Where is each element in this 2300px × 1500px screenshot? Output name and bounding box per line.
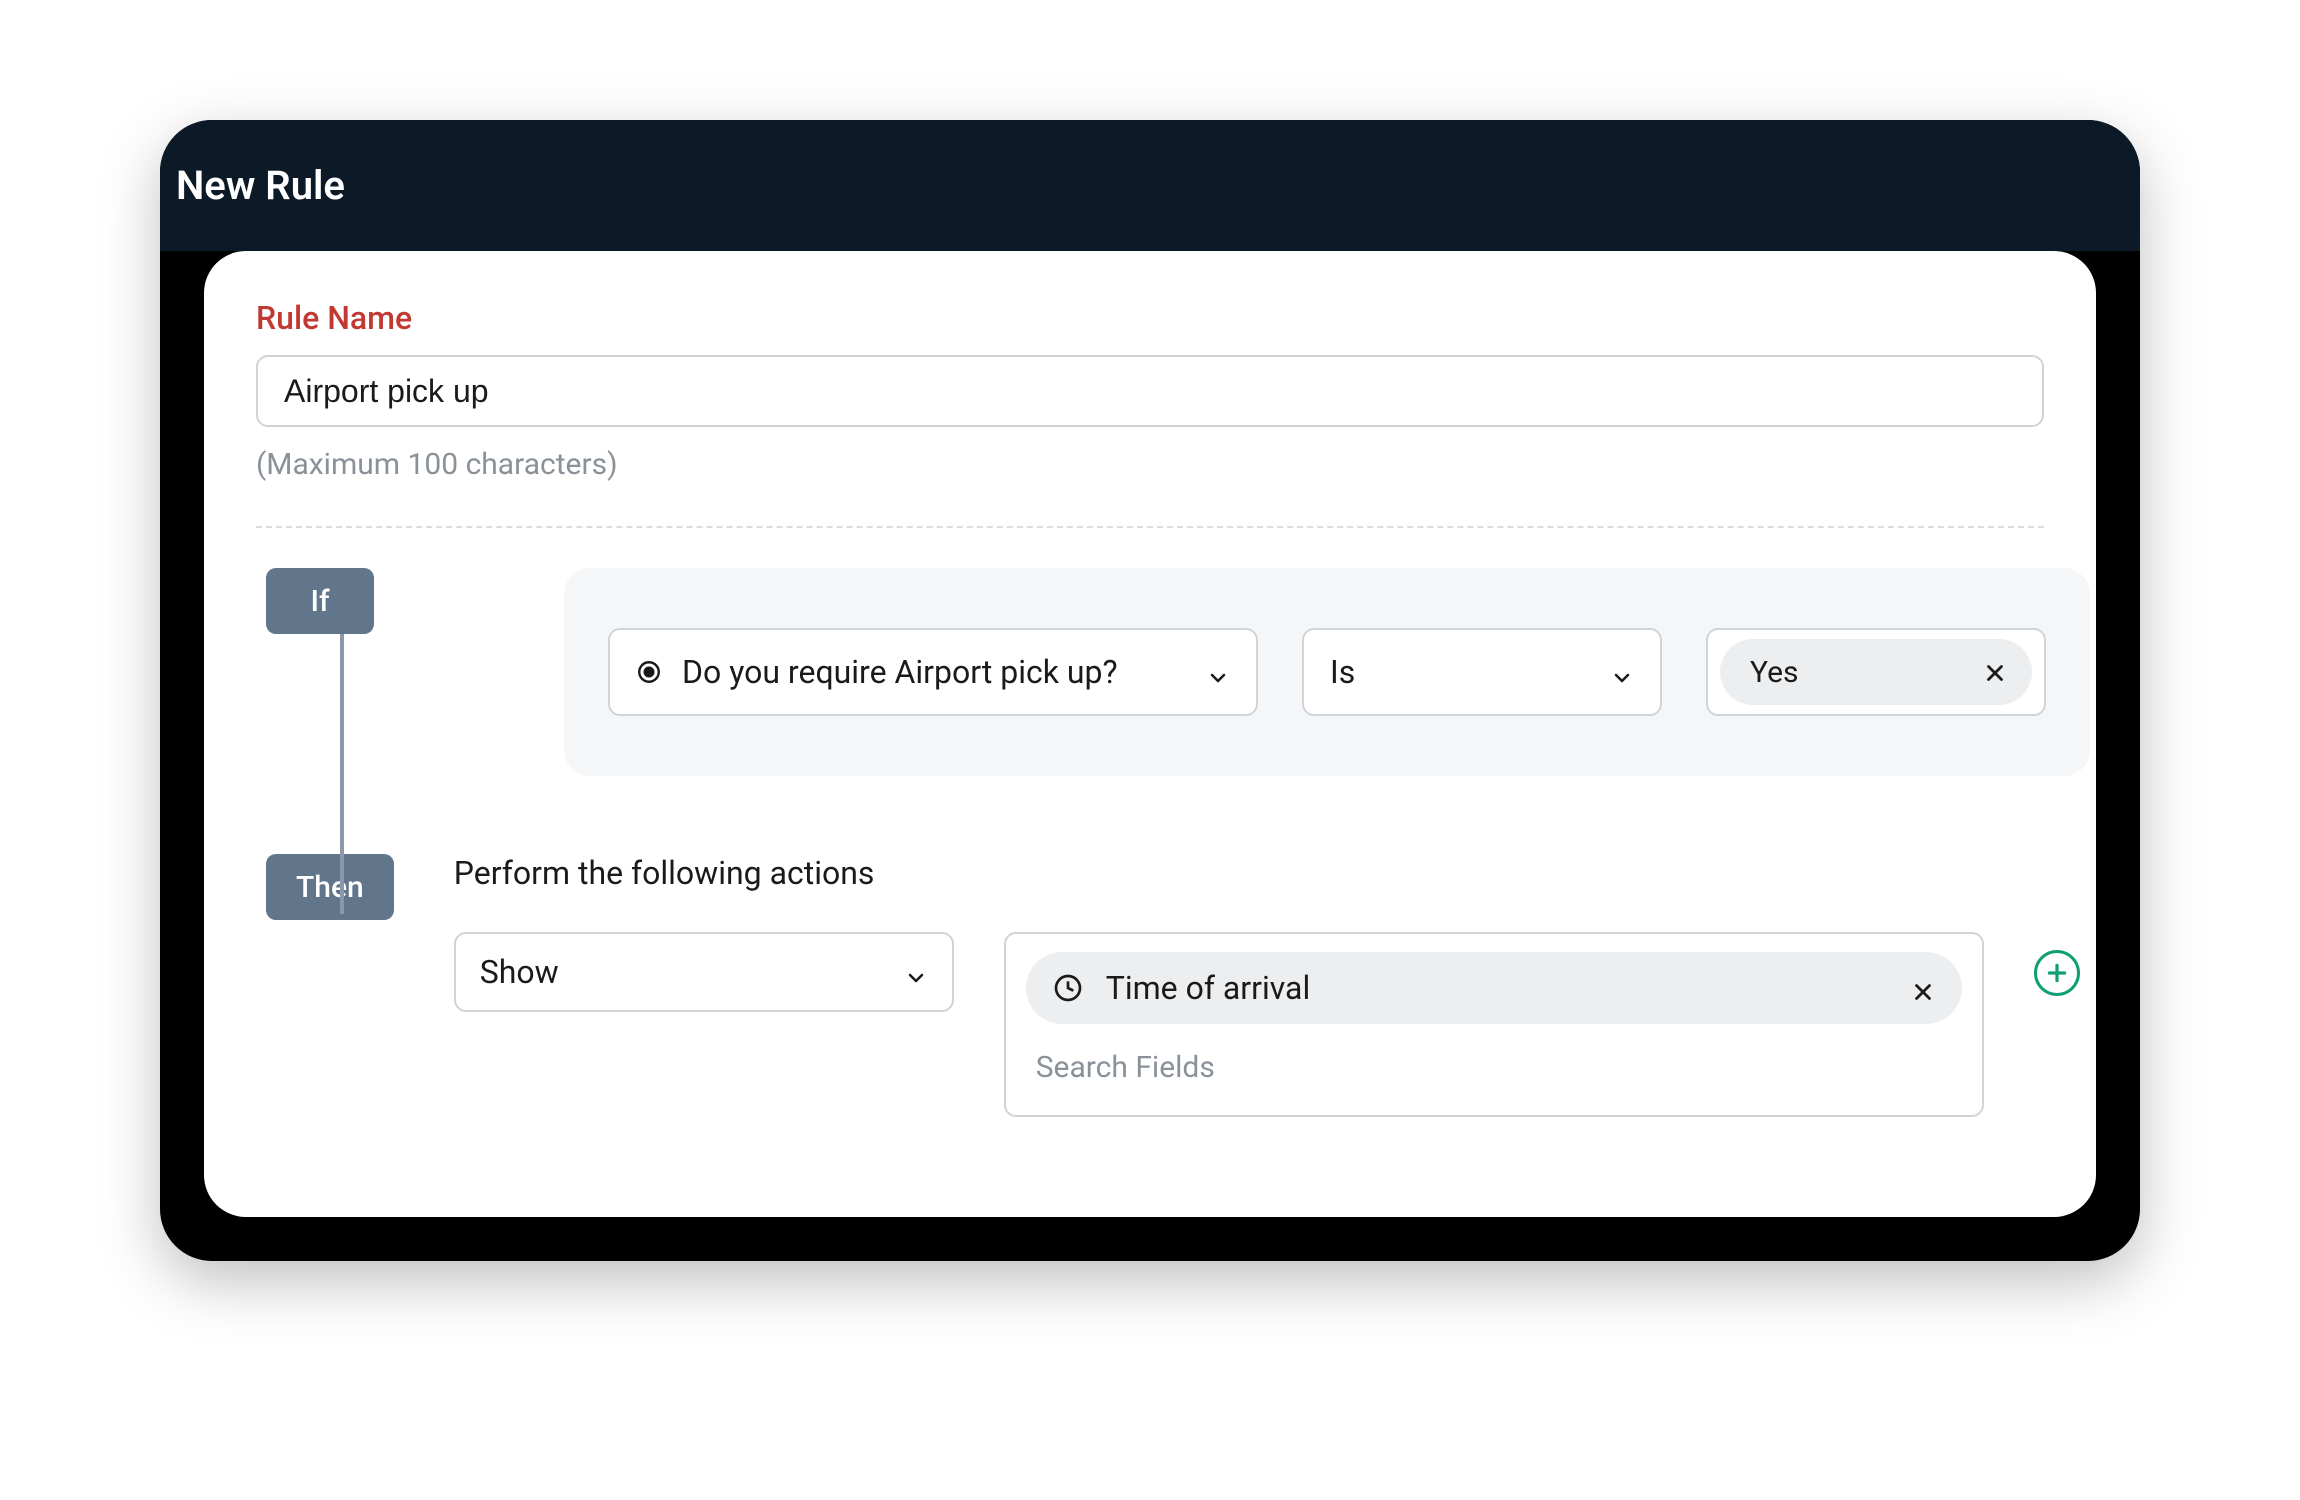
rule-name-helper: (Maximum 100 characters): [256, 447, 2044, 482]
device-frame: New Rule Rule Name (Maximum 100 characte…: [160, 120, 2140, 1261]
condition-value-label: Yes: [1750, 655, 1798, 690]
then-badge: Then: [266, 854, 394, 920]
condition-value-select[interactable]: Yes: [1706, 628, 2046, 716]
condition-box: Do you require Airport pick up? Is: [564, 568, 2090, 776]
perform-actions-label: Perform the following actions: [454, 854, 2080, 892]
rule-flow: If Do you require Airport pick up?: [256, 568, 2044, 1117]
condition-field-label: Do you require Airport pick up?: [682, 653, 1118, 691]
condition-operator-select[interactable]: Is: [1302, 628, 1662, 716]
modal-content: Rule Name (Maximum 100 characters) If: [204, 251, 2096, 1217]
modal-header: New Rule: [160, 120, 2140, 251]
modal-panel: Rule Name (Maximum 100 characters) If: [204, 251, 2096, 1217]
close-icon[interactable]: [1982, 659, 2008, 685]
if-badge: If: [266, 568, 374, 634]
action-row: Show: [454, 932, 2080, 1117]
rule-name-input[interactable]: [256, 355, 2044, 427]
then-body: Perform the following actions Show: [454, 854, 2080, 1117]
modal-title: New Rule: [176, 162, 345, 209]
action-target-label: Time of arrival: [1106, 969, 1310, 1007]
chevron-down-icon: [1206, 660, 1230, 684]
add-action-button[interactable]: [2034, 950, 2080, 996]
action-target-chip: Time of arrival: [1026, 952, 1962, 1024]
condition-value-chip: Yes: [1720, 639, 2032, 705]
chevron-down-icon: [904, 960, 928, 984]
search-fields-placeholder[interactable]: Search Fields: [1026, 1024, 1962, 1091]
if-row: If Do you require Airport pick up?: [266, 568, 2044, 776]
radio-icon: [636, 659, 662, 685]
action-type-label: Show: [480, 953, 559, 991]
action-target-box[interactable]: Time of arrival Search Fields: [1004, 932, 1984, 1117]
close-icon[interactable]: [1910, 975, 1936, 1001]
action-type-select[interactable]: Show: [454, 932, 954, 1012]
section-divider: [256, 526, 2044, 528]
flow-connector: [340, 634, 344, 914]
rule-name-label: Rule Name: [256, 299, 2044, 337]
clock-icon: [1052, 972, 1084, 1004]
condition-field-select[interactable]: Do you require Airport pick up?: [608, 628, 1258, 716]
then-row: Then Perform the following actions Show: [266, 854, 2044, 1117]
condition-operator-label: Is: [1330, 653, 1355, 691]
chevron-down-icon: [1610, 660, 1634, 684]
